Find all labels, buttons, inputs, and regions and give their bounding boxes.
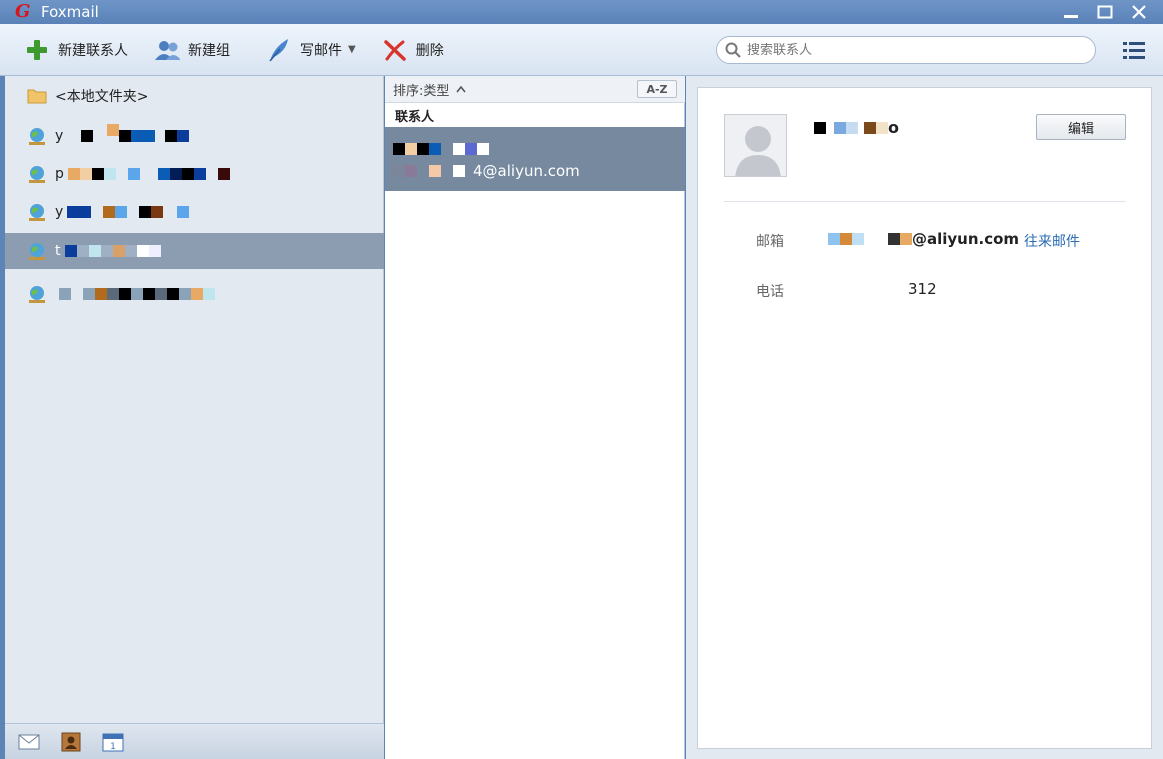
redacted-account-name [64, 245, 161, 257]
account-item[interactable]: y [5, 118, 384, 154]
edit-button[interactable]: 编辑 [1036, 114, 1126, 140]
search-icon [725, 42, 741, 58]
phone-label: 电话 [756, 284, 784, 300]
search-input[interactable] [747, 42, 1077, 58]
contact-card: o 编辑 邮箱 @aliyun.com 往来邮件 电话 312 [697, 87, 1152, 749]
contact-email-text: 4@aliyun.com [473, 162, 580, 180]
account-prefix: p [55, 166, 64, 182]
compose-label: 写邮件 [300, 42, 342, 59]
group-icon [154, 37, 180, 63]
redacted-account-name [67, 206, 190, 218]
account-item[interactable]: p [5, 156, 384, 192]
folder-icon [27, 89, 47, 104]
delete-button[interactable]: 删除 [374, 32, 452, 68]
calendar-icon: 1 [102, 733, 124, 752]
redacted-account-name [67, 168, 230, 180]
new-contact-button[interactable]: 新建联系人 [16, 32, 136, 68]
account-prefix: t [55, 243, 61, 259]
contact-card-icon [61, 732, 81, 751]
contact-list-pane: 排序:类型 A-Z 联系人 4@aliyun.com [385, 76, 685, 759]
toolbar: 新建联系人 新建组 写邮件 ▼ 删除 [0, 24, 1163, 76]
contact-email: 4@aliyun.com [393, 162, 580, 180]
maximize-icon [1097, 5, 1113, 19]
avatar [724, 114, 787, 177]
new-contact-label: 新建联系人 [58, 42, 128, 59]
account-globe-icon [29, 243, 45, 260]
maximize-button[interactable] [1095, 2, 1115, 22]
account-item[interactable] [5, 276, 384, 312]
account-globe-icon [29, 128, 45, 145]
close-button[interactable] [1129, 2, 1149, 22]
mail-module-button[interactable] [17, 732, 41, 752]
minimize-button[interactable] [1061, 2, 1081, 22]
related-emails-link[interactable]: 往来邮件 [1024, 231, 1080, 251]
close-icon [1132, 5, 1146, 19]
contact-list-item[interactable]: 4@aliyun.com [385, 127, 685, 191]
person-silhouette-icon [735, 126, 781, 176]
account-prefix: y [55, 204, 64, 220]
account-globe-icon [29, 166, 45, 183]
phone-value: 312 [820, 280, 937, 298]
account-item[interactable]: y [5, 194, 384, 230]
window-title: Foxmail [41, 3, 99, 21]
divider [724, 201, 1126, 202]
account-globe-icon [29, 286, 45, 303]
chevron-up-icon [456, 85, 467, 93]
new-group-label: 新建组 [188, 42, 230, 59]
calendar-module-button[interactable]: 1 [101, 732, 125, 752]
contact-name: o [814, 118, 899, 137]
group-header: 联系人 [395, 109, 435, 125]
search-box [716, 36, 1096, 64]
local-folder-label: <本地文件夹> [55, 89, 149, 105]
delete-icon [382, 37, 408, 63]
plus-icon [24, 37, 50, 63]
az-sort-button[interactable]: A-Z [637, 80, 677, 98]
new-group-button[interactable]: 新建组 [146, 32, 238, 68]
minimize-icon [1064, 15, 1078, 18]
redacted-account-name [59, 288, 215, 300]
foxmail-logo-icon: G [15, 1, 31, 22]
delete-label: 删除 [415, 42, 444, 59]
email-value: @aliyun.com [820, 230, 1019, 248]
mail-icon [18, 734, 40, 749]
sort-label: 排序:类型 [393, 83, 450, 99]
account-globe-icon [29, 204, 45, 221]
account-prefix: y [55, 128, 64, 144]
contacts-module-button[interactable] [59, 732, 83, 752]
folder-pane: <本地文件夹> y p y t 1 [5, 76, 384, 759]
email-text: @aliyun.com [912, 230, 1020, 248]
email-label: 邮箱 [756, 234, 784, 250]
compose-button[interactable]: 写邮件 ▼ [258, 32, 364, 68]
feather-pen-icon [266, 37, 292, 63]
chevron-down-icon[interactable]: ▼ [348, 44, 356, 55]
redacted-account-name [67, 124, 190, 142]
redacted-contact-name [814, 121, 888, 134]
list-menu-icon [1123, 42, 1145, 59]
redacted-contact-name [393, 143, 489, 155]
sort-bar[interactable]: 排序:类型 A-Z [385, 76, 685, 103]
module-switcher: 1 [5, 723, 384, 759]
contact-name-text: o [888, 118, 899, 137]
local-folder-item[interactable]: <本地文件夹> [5, 78, 384, 114]
account-item-selected[interactable]: t [5, 233, 384, 269]
phone-text: 312 [908, 280, 937, 298]
contact-detail-pane: o 编辑 邮箱 @aliyun.com 往来邮件 电话 312 [686, 76, 1163, 759]
menu-button[interactable] [1123, 41, 1145, 59]
title-bar: G Foxmail [0, 0, 1163, 24]
window-controls [1061, 0, 1149, 24]
svg-text:1: 1 [110, 742, 116, 752]
